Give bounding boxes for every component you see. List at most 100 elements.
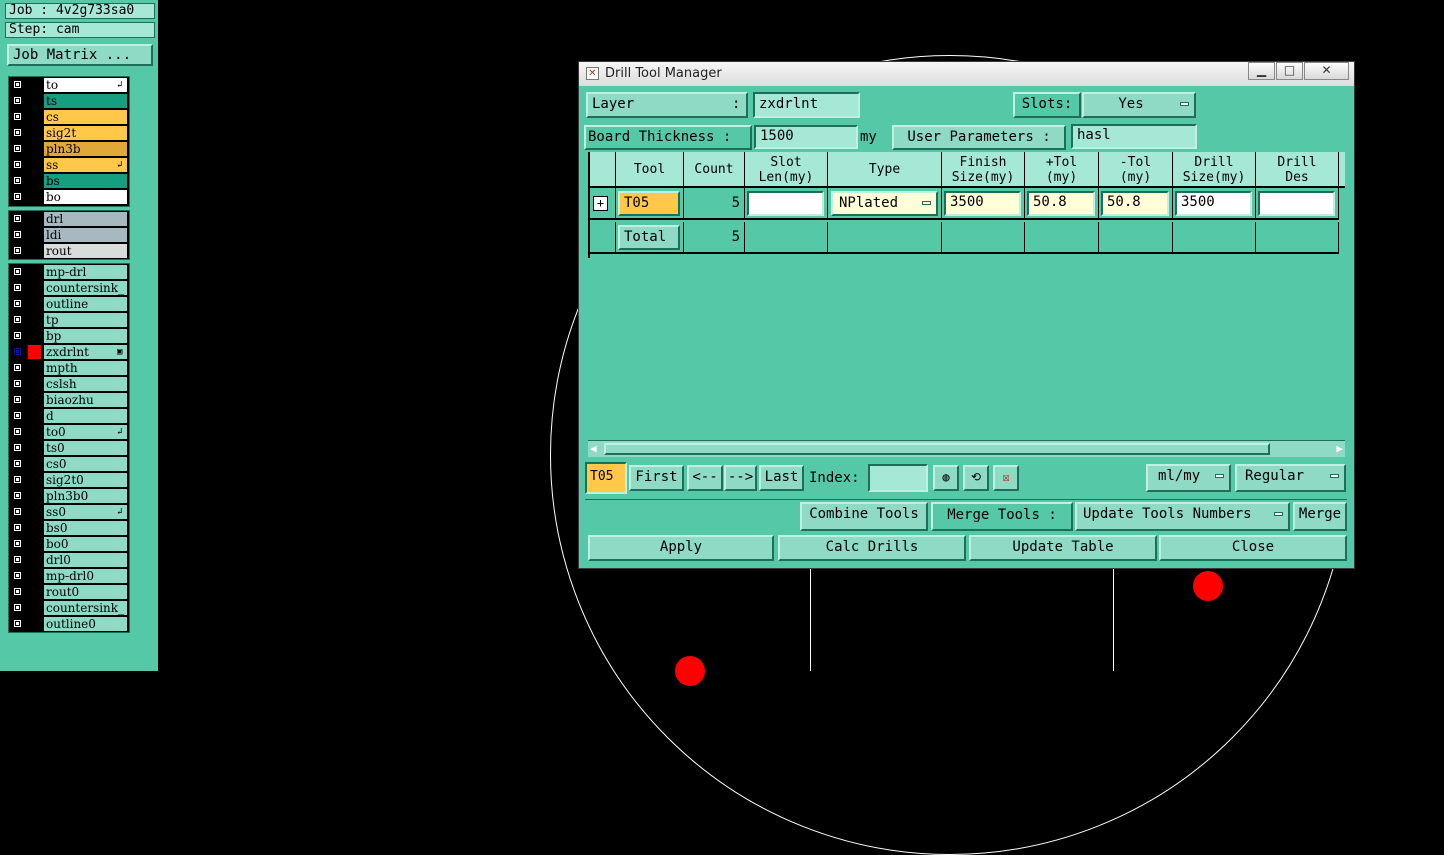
layer-name[interactable]: ss0 (44, 505, 127, 519)
layer-row[interactable]: ts0 (9, 440, 129, 456)
layer-row[interactable]: mp-drl (9, 264, 129, 280)
layer-row[interactable]: countersink_ (9, 280, 129, 296)
calc-drills-button[interactable]: Calc Drills (778, 535, 966, 561)
layer-name[interactable]: bs0 (44, 521, 127, 535)
delete-icon[interactable]: ☒ (993, 465, 1019, 491)
combine-tools-button[interactable]: Combine Tools (800, 502, 928, 531)
layer-row[interactable]: bs (9, 173, 129, 189)
apply-button[interactable]: Apply (588, 535, 774, 561)
drill-hit[interactable] (675, 656, 705, 686)
layer-checkbox[interactable] (13, 192, 22, 201)
close-button[interactable]: Close (1159, 535, 1347, 561)
layer-name[interactable]: rout0 (44, 585, 127, 599)
layer-row[interactable]: ts (9, 93, 129, 109)
layer-row[interactable]: mp-drl0 (9, 568, 129, 584)
layer-name[interactable]: ldi (44, 228, 127, 242)
layer-field[interactable]: zxdrlnt (753, 92, 860, 118)
drill-des-input[interactable] (1258, 191, 1335, 216)
layer-row[interactable]: tp (9, 312, 129, 328)
refresh-icon[interactable]: ⟲ (963, 465, 989, 491)
layer-checkbox[interactable] (13, 246, 22, 255)
layer-row[interactable]: sig2t (9, 125, 129, 141)
layer-name[interactable]: d (44, 409, 127, 423)
layer-name[interactable]: drl (44, 212, 127, 226)
lightbulb-icon[interactable]: ◍ (933, 465, 959, 491)
layer-name[interactable]: cs0 (44, 457, 127, 471)
layer-name[interactable]: countersink_ (44, 281, 127, 295)
slot-len-input[interactable] (747, 191, 824, 216)
layer-name[interactable]: ts (44, 94, 127, 108)
layer-name[interactable]: bo0 (44, 537, 127, 551)
user-parameters-button[interactable]: User Parameters : (892, 125, 1066, 150)
layer-row[interactable]: cs (9, 109, 129, 125)
layer-name[interactable]: outline (44, 297, 127, 311)
layer-checkbox[interactable] (13, 491, 22, 500)
expand-row-icon[interactable]: + (593, 196, 608, 211)
layer-name[interactable]: cslsh (44, 377, 127, 391)
layer-row[interactable]: ldi (9, 227, 129, 243)
layer-checkbox[interactable] (13, 459, 22, 468)
merge-button[interactable]: Merge (1293, 502, 1347, 531)
layer-name[interactable]: sig2t0 (44, 473, 127, 487)
layer-checkbox[interactable] (13, 603, 22, 612)
layer-name[interactable]: cs (44, 110, 127, 124)
layer-checkbox[interactable] (13, 379, 22, 388)
layer-row[interactable]: cslsh (9, 376, 129, 392)
mode-dropdown[interactable]: Regular (1235, 464, 1346, 492)
layer-row[interactable]: pln3b (9, 141, 129, 157)
drill-hit[interactable] (1193, 571, 1223, 601)
layer-checkbox[interactable] (13, 214, 22, 223)
layer-row[interactable]: to ↲ (9, 77, 129, 93)
scroll-left-icon[interactable]: ◀ (590, 442, 597, 455)
maximize-icon[interactable]: □ (1276, 62, 1303, 80)
layer-name[interactable]: ts0 (44, 441, 127, 455)
minimize-icon[interactable]: ▁ (1248, 62, 1275, 80)
board-thickness-field[interactable]: 1500 (754, 125, 858, 149)
layer-name[interactable]: tp (44, 313, 127, 327)
layer-row[interactable]: drl (9, 211, 129, 227)
update-table-button[interactable]: Update Table (969, 535, 1157, 561)
first-button[interactable]: First (629, 465, 684, 491)
layer-name[interactable]: pln3b (44, 142, 127, 156)
layer-name[interactable]: mp-drl0 (44, 569, 127, 583)
layer-row[interactable]: drl0 (9, 552, 129, 568)
layer-checkbox[interactable] (13, 331, 22, 340)
layer-checkbox[interactable] (13, 299, 22, 308)
layer-name[interactable]: zxdrlnt (44, 345, 127, 359)
plus-tol-input[interactable]: 50.8 (1027, 191, 1095, 216)
layer-row[interactable]: countersink_ (9, 600, 129, 616)
layer-checkbox[interactable] (13, 315, 22, 324)
layer-name[interactable]: sig2t (44, 126, 127, 140)
layer-checkbox[interactable] (13, 347, 22, 356)
layer-checkbox[interactable] (13, 160, 22, 169)
layer-checkbox[interactable] (13, 411, 22, 420)
layer-name[interactable]: outline0 (44, 617, 127, 631)
layer-checkbox[interactable] (13, 523, 22, 532)
merge-option-dropdown[interactable]: Update Tools Numbers (1075, 502, 1290, 531)
layer-name[interactable]: bp (44, 329, 127, 343)
job-matrix-button[interactable]: Job Matrix ... (7, 44, 153, 66)
layer-row[interactable]: to0 ↲ (9, 424, 129, 440)
layer-name[interactable]: to0 (44, 425, 127, 439)
user-parameters-field[interactable]: hasl (1071, 124, 1197, 149)
layer-row[interactable]: rout (9, 243, 129, 259)
layer-row[interactable]: sig2t0 (9, 472, 129, 488)
layer-row[interactable]: ss ↲ (9, 157, 129, 173)
layer-name[interactable]: biaozhu (44, 393, 127, 407)
layer-row[interactable]: ss0 ↲ (9, 504, 129, 520)
last-button[interactable]: Last (759, 465, 804, 491)
scroll-thumb[interactable] (604, 443, 1270, 455)
layer-checkbox[interactable] (13, 363, 22, 372)
layer-checkbox[interactable] (13, 395, 22, 404)
dialog-titlebar[interactable]: ✕ Drill Tool Manager ▁ □ ✕ (579, 62, 1354, 86)
layer-name[interactable]: drl0 (44, 553, 127, 567)
layer-row[interactable]: cs0 (9, 456, 129, 472)
scroll-right-icon[interactable]: ▶ (1336, 442, 1343, 455)
layer-checkbox[interactable] (13, 176, 22, 185)
layer-checkbox[interactable] (13, 555, 22, 564)
prev-button[interactable]: <-- (687, 465, 723, 491)
layer-row[interactable]: outline0 (9, 616, 129, 632)
layer-checkbox[interactable] (13, 443, 22, 452)
tool-button[interactable]: T05 (618, 191, 680, 216)
minus-tol-input[interactable]: 50.8 (1101, 191, 1169, 216)
